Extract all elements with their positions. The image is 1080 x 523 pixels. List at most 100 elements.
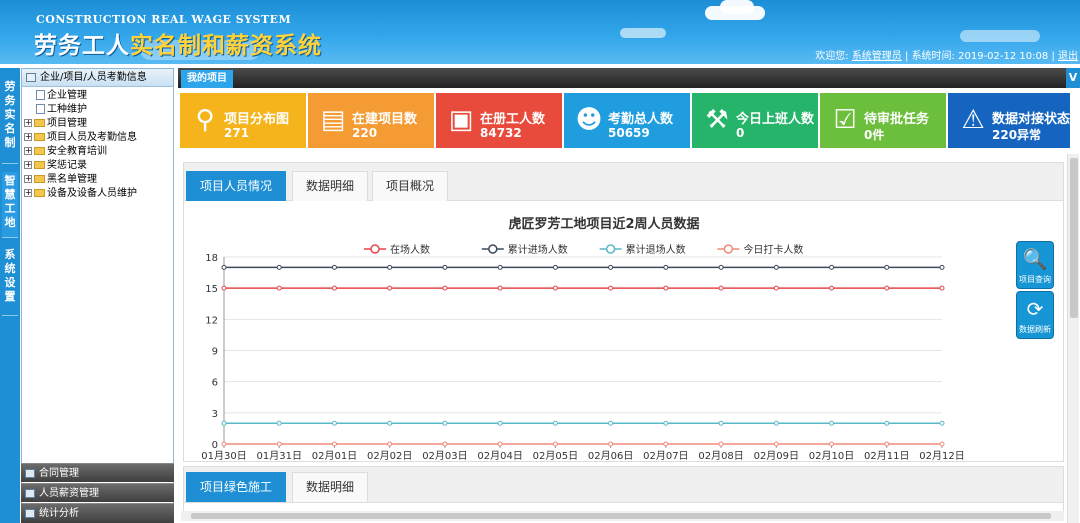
tab-project-personnel[interactable]: 项目人员情况 <box>186 171 287 201</box>
x-tick-label: 02月09日 <box>754 450 799 462</box>
tree-node[interactable]: + 项目人员及考勤信息 <box>24 131 173 145</box>
data-point <box>552 441 558 447</box>
tab-project-overview[interactable]: 项目概况 <box>372 171 449 201</box>
legend-label: 今日打卡人数 <box>743 243 803 256</box>
menu-label: 统计分析 <box>39 508 79 519</box>
stat-card-value: 0 <box>736 126 745 140</box>
data-point <box>608 285 614 291</box>
cloud-decoration <box>620 28 666 38</box>
data-point <box>442 441 448 447</box>
stat-card[interactable]: ☻ 考勤总人数 50659 <box>564 93 690 148</box>
project-query-button[interactable]: 🔍 项目查询 <box>1016 241 1054 289</box>
data-point <box>829 420 835 426</box>
data-point <box>387 285 393 291</box>
data-point <box>773 264 779 270</box>
data-point <box>497 264 503 270</box>
x-tick-label: 02月12日 <box>919 450 964 462</box>
tree-node-label: 企业管理 <box>47 90 87 101</box>
id-card-icon: ▣ <box>448 105 474 135</box>
tab-green-construction[interactable]: 项目绿色施工 <box>186 472 287 502</box>
folder-icon <box>34 189 45 197</box>
data-point <box>718 420 724 426</box>
data-refresh-button[interactable]: ⟳ 数据刷新 <box>1016 291 1054 339</box>
x-tick-label: 02月05日 <box>533 450 578 462</box>
project-personnel-panel: 项目人员情况 数据明细 项目概况 虎匠罗芳工地项目近2周人员数据 在场人数 累计进场… <box>183 162 1064 462</box>
user-link[interactable]: 系统管理员 <box>852 51 902 62</box>
expand-icon[interactable]: + <box>24 119 32 127</box>
stat-card-value: 0件 <box>864 128 885 142</box>
folder-icon <box>34 175 45 183</box>
x-tick-label: 01月30日 <box>201 450 246 462</box>
data-point <box>276 441 282 447</box>
y-tick-label: 6 <box>212 378 218 389</box>
expand-icon[interactable]: + <box>24 175 32 183</box>
stat-card[interactable]: ▣ 在册工人数 84732 <box>436 93 562 148</box>
digging-worker-icon: ⚒ <box>705 105 729 135</box>
cloud-decoration <box>960 30 1040 42</box>
tree-header[interactable]: 企业/项目/人员考勤信息 <box>22 69 173 87</box>
tree-node[interactable]: + 设备及设备人员维护 <box>24 187 173 201</box>
expand-icon[interactable]: + <box>24 147 32 155</box>
vertical-scrollbar[interactable] <box>1067 154 1079 523</box>
chart-title: 虎匠罗芳工地项目近2周人员数据 <box>508 216 699 232</box>
data-point <box>939 264 945 270</box>
vtab-realname[interactable]: 劳务实名制 <box>2 78 18 164</box>
scrollbar-thumb[interactable] <box>191 513 1051 519</box>
menu-statistics[interactable]: 统计分析 <box>21 503 174 523</box>
expand-icon[interactable]: + <box>24 161 32 169</box>
data-point <box>608 264 614 270</box>
data-point <box>663 264 669 270</box>
document-icon: ▤ <box>320 105 346 135</box>
menu-salary[interactable]: 人员薪资管理 <box>21 483 174 502</box>
x-tick-label: 02月06日 <box>588 450 633 462</box>
data-point <box>221 285 227 291</box>
stat-card[interactable]: ▤ 在建项目数 220 <box>308 93 434 148</box>
data-point <box>718 264 724 270</box>
system-title-cn-part2: 实名制和薪资系统 <box>130 33 322 59</box>
expand-icon[interactable]: + <box>24 133 32 141</box>
tab-data-detail-2[interactable]: 数据明细 <box>292 472 369 502</box>
legend-marker <box>488 244 498 254</box>
stat-card[interactable]: ⚒ 今日上班人数 0 <box>692 93 818 148</box>
data-point <box>884 264 890 270</box>
logout-link[interactable]: 退出 <box>1058 51 1078 62</box>
vtab-smart-site[interactable]: 智慧工地 <box>2 172 18 238</box>
tab-data-detail[interactable]: 数据明细 <box>292 171 369 201</box>
tree-node[interactable]: + 项目管理 <box>24 117 173 131</box>
x-tick-label: 02月07日 <box>643 450 688 462</box>
tree-node-label: 项目管理 <box>47 118 87 129</box>
window-icon <box>25 489 35 498</box>
system-title-cn: 劳务工人实名制和薪资系统 <box>34 26 322 60</box>
legend-label: 在场人数 <box>390 243 430 256</box>
refresh-icon: ⟳ <box>1026 297 1044 321</box>
stat-card[interactable]: ⚲ 项目分布图 271 <box>180 93 306 148</box>
data-point <box>331 420 337 426</box>
window-icon <box>25 469 35 478</box>
separator: | <box>1051 51 1055 62</box>
data-point <box>221 441 227 447</box>
tab-collapse-toggle[interactable]: V <box>1066 68 1080 88</box>
vtab-system-settings[interactable]: 系统设置 <box>2 246 18 316</box>
tab-my-projects[interactable]: 我的项目 <box>181 70 233 88</box>
tree-node[interactable]: + 安全教育培训 <box>24 145 173 159</box>
stat-card[interactable]: ☑ 待审批任务 0件 <box>820 93 946 148</box>
data-point <box>387 420 393 426</box>
tree-node[interactable]: + 奖惩记录 <box>24 159 173 173</box>
horizontal-scrollbar[interactable] <box>181 511 1064 521</box>
stat-card[interactable]: ⚠ 数据对接状态 220异常 <box>948 93 1070 148</box>
personnel-line-chart: 虎匠罗芳工地项目近2周人员数据在场人数 累计进场人数 累计退场人数 今日打卡人数 0 3 6… <box>201 216 964 462</box>
x-tick-label: 02月04日 <box>477 450 522 462</box>
data-point <box>552 285 558 291</box>
y-tick-label: 9 <box>212 347 218 358</box>
window-icon <box>26 73 36 82</box>
data-point <box>276 420 282 426</box>
cloud-decoration <box>720 0 754 14</box>
tree-node[interactable]: 工种维护 <box>24 103 173 117</box>
expand-icon[interactable]: + <box>24 189 32 197</box>
tree-node[interactable]: + 黑名单管理 <box>24 173 173 187</box>
tree-node[interactable]: 企业管理 <box>24 89 173 103</box>
system-time: 2019-02-12 10:08 <box>958 51 1049 62</box>
menu-contract[interactable]: 合同管理 <box>21 463 174 482</box>
scrollbar-thumb[interactable] <box>1070 158 1078 318</box>
legend-marker <box>605 244 616 254</box>
